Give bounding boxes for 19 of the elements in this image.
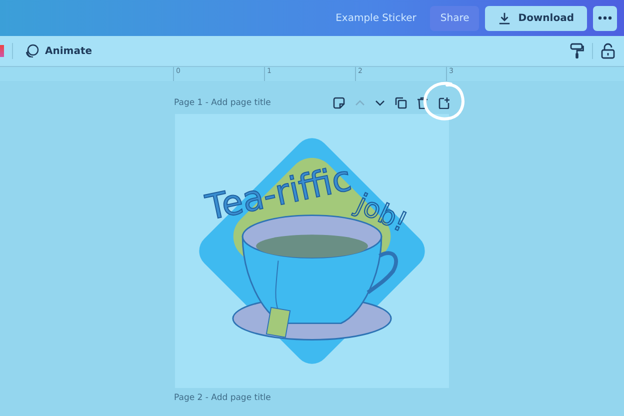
more-button[interactable] xyxy=(593,6,617,30)
share-button[interactable]: Share xyxy=(430,6,480,30)
color-swatch[interactable] xyxy=(0,45,4,57)
trash-icon[interactable] xyxy=(417,97,428,109)
animate-button[interactable]: Animate xyxy=(21,44,96,58)
paint-roller-icon[interactable] xyxy=(570,43,584,59)
chevron-down-icon[interactable] xyxy=(375,100,385,106)
animate-icon xyxy=(25,44,39,58)
add-page-icon[interactable] xyxy=(438,97,450,109)
copy-icon[interactable] xyxy=(395,97,407,109)
sticker-text: job! xyxy=(351,188,412,238)
more-icon xyxy=(598,16,612,20)
note-icon[interactable] xyxy=(333,97,345,109)
design-title[interactable]: Example Sticker xyxy=(336,12,416,24)
download-icon xyxy=(498,12,512,24)
page-title[interactable]: Page 2 - Add page title xyxy=(174,393,271,403)
page-title[interactable]: Page 1 - Add page title xyxy=(174,98,271,108)
lock-icon[interactable] xyxy=(601,43,615,59)
download-button[interactable]: Download xyxy=(485,6,587,30)
